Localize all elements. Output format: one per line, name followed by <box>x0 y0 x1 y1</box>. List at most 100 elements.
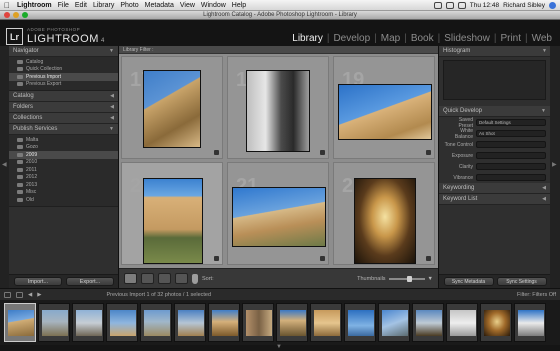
grid-cell[interactable]: 21 <box>227 162 329 265</box>
menu-view[interactable]: View <box>177 2 198 9</box>
module-print[interactable]: Print <box>496 33 525 44</box>
menu-metadata[interactable]: Metadata <box>142 2 177 9</box>
filmstrip-thumbnail[interactable] <box>140 303 172 342</box>
module-library[interactable]: Library <box>288 33 327 44</box>
painter-icon[interactable] <box>192 273 198 284</box>
clarity-stepper[interactable] <box>476 163 546 170</box>
photo-thumbnail[interactable] <box>143 178 203 264</box>
loupe-view-button[interactable] <box>141 273 154 284</box>
saved-preset-select[interactable]: Default Settings <box>476 119 546 126</box>
clock[interactable]: Thu 12:48 <box>470 2 499 9</box>
menu-photo[interactable]: Photo <box>117 2 141 9</box>
survey-view-button[interactable] <box>175 273 188 284</box>
filmstrip-thumbnail[interactable] <box>276 303 308 342</box>
quick-develop-header[interactable]: Quick Develop ▼ <box>439 106 550 117</box>
keyword-list-header[interactable]: Keyword List ◀ <box>439 194 550 205</box>
filmstrip-thumbnail[interactable] <box>106 303 138 342</box>
photo-thumbnail[interactable] <box>338 84 432 140</box>
thumbnail-size-slider[interactable] <box>388 275 425 282</box>
module-slideshow[interactable]: Slideshow <box>440 33 494 44</box>
white-balance-select[interactable]: As Shot <box>476 130 546 137</box>
battery-icon[interactable] <box>457 1 466 9</box>
export-button[interactable]: Export... <box>66 277 114 286</box>
filmstrip-thumbnail[interactable] <box>378 303 410 342</box>
left-panel-edge[interactable]: ◀ <box>0 46 9 288</box>
back-arrow-icon[interactable]: ◀ <box>28 292 32 298</box>
slider-knob[interactable] <box>406 275 412 282</box>
filmstrip-thumbnail[interactable] <box>208 303 240 342</box>
forward-arrow-icon[interactable]: ▶ <box>37 292 41 298</box>
filmstrip-thumbnail[interactable] <box>344 303 376 342</box>
filmstrip-thumbnail[interactable] <box>242 303 274 342</box>
filmstrip-thumbnail[interactable] <box>412 303 444 342</box>
bottom-panel-edge[interactable]: ▼ <box>0 344 560 351</box>
filmstrip-source[interactable]: Previous Import 1 of 32 photos / 1 selec… <box>106 292 211 298</box>
menu-library[interactable]: Library <box>90 2 117 9</box>
spotlight-icon[interactable] <box>549 1 556 9</box>
module-book[interactable]: Book <box>407 33 438 44</box>
filmstrip-thumbnail[interactable] <box>446 303 478 342</box>
section-header[interactable]: Catalog ◀ <box>9 91 118 102</box>
wifi-icon[interactable] <box>433 1 442 9</box>
grid-cell[interactable]: 20 <box>121 162 223 265</box>
folder-row[interactable]: Malta <box>9 136 118 144</box>
grid-cell[interactable]: 18 <box>227 56 329 159</box>
filmstrip-thumbnail[interactable] <box>310 303 342 342</box>
menu-window[interactable]: Window <box>198 2 229 9</box>
second-window-icon[interactable] <box>4 291 11 298</box>
grid-cell[interactable]: 19 <box>333 56 435 159</box>
folder-row[interactable]: 2009 <box>9 151 118 159</box>
auto-tone-button[interactable] <box>476 141 546 148</box>
section-header[interactable]: Collections ◀ <box>9 113 118 124</box>
grid-toggle-icon[interactable] <box>16 291 23 298</box>
menu-lightroom[interactable]: Lightroom <box>14 2 55 9</box>
navigator-header[interactable]: Navigator ▼ <box>9 46 118 57</box>
catalog-row[interactable]: Catalog <box>9 58 118 66</box>
grid-view-button[interactable] <box>124 273 137 284</box>
folder-row[interactable]: Misc <box>9 189 118 197</box>
filmstrip-thumbnail[interactable] <box>174 303 206 342</box>
grid-cell[interactable]: 17 <box>121 56 223 159</box>
exposure-stepper[interactable] <box>476 152 546 159</box>
right-panel-edge[interactable]: ▶ <box>550 46 560 288</box>
volume-icon[interactable] <box>445 1 454 9</box>
import-button[interactable]: Import... <box>14 277 62 286</box>
photo-thumbnail[interactable] <box>232 187 326 247</box>
folder-row[interactable]: 2012 <box>9 174 118 182</box>
section-header[interactable]: Folders ◀ <box>9 102 118 113</box>
module-web[interactable]: Web <box>528 33 556 44</box>
compare-view-button[interactable] <box>158 273 171 284</box>
folder-row[interactable]: 2013 <box>9 181 118 189</box>
menu-edit[interactable]: Edit <box>72 2 90 9</box>
catalog-row[interactable]: Previous Import <box>9 73 118 81</box>
keywording-header[interactable]: Keywording ◀ <box>439 183 550 194</box>
grid-cell[interactable]: 22 <box>333 162 435 265</box>
filmstrip-filter[interactable]: Filter: Filters Off <box>517 292 556 298</box>
catalog-row[interactable]: Previous Export <box>9 81 118 89</box>
histogram-header[interactable]: Histogram ▼ <box>439 46 550 57</box>
menu-help[interactable]: Help <box>229 2 249 9</box>
collapse-left-icon[interactable]: ◀ <box>2 161 7 168</box>
sync-settings-button[interactable]: Sync Settings <box>496 277 547 286</box>
filmstrip-thumbnail[interactable] <box>514 303 546 342</box>
module-map[interactable]: Map <box>377 33 404 44</box>
user-name[interactable]: Richard Sibley <box>503 2 545 9</box>
apple-menu-icon[interactable]:  <box>0 1 14 10</box>
vibrance-stepper[interactable] <box>476 174 546 181</box>
folder-row[interactable]: 2011 <box>9 166 118 174</box>
toolbar-menu-icon[interactable]: ▼ <box>428 276 433 282</box>
filmstrip-thumbnail[interactable] <box>72 303 104 342</box>
folder-row[interactable]: 2010 <box>9 159 118 167</box>
photo-thumbnail[interactable] <box>246 70 310 152</box>
photo-thumbnail[interactable] <box>354 178 416 264</box>
sync-metadata-button[interactable]: Sync Metadata <box>443 277 494 286</box>
folder-row[interactable]: Old <box>9 196 118 204</box>
filmstrip-thumbnail[interactable] <box>480 303 512 342</box>
collapse-bottom-icon[interactable]: ▼ <box>276 344 282 350</box>
library-filter-bar[interactable]: Library Filter : <box>119 46 438 54</box>
section-header[interactable]: Publish Services ▼ <box>9 124 118 135</box>
folder-row[interactable]: Gozo <box>9 144 118 152</box>
filmstrip-thumbnail[interactable] <box>38 303 70 342</box>
collapse-right-icon[interactable]: ▶ <box>552 161 557 168</box>
photo-thumbnail[interactable] <box>143 70 201 148</box>
